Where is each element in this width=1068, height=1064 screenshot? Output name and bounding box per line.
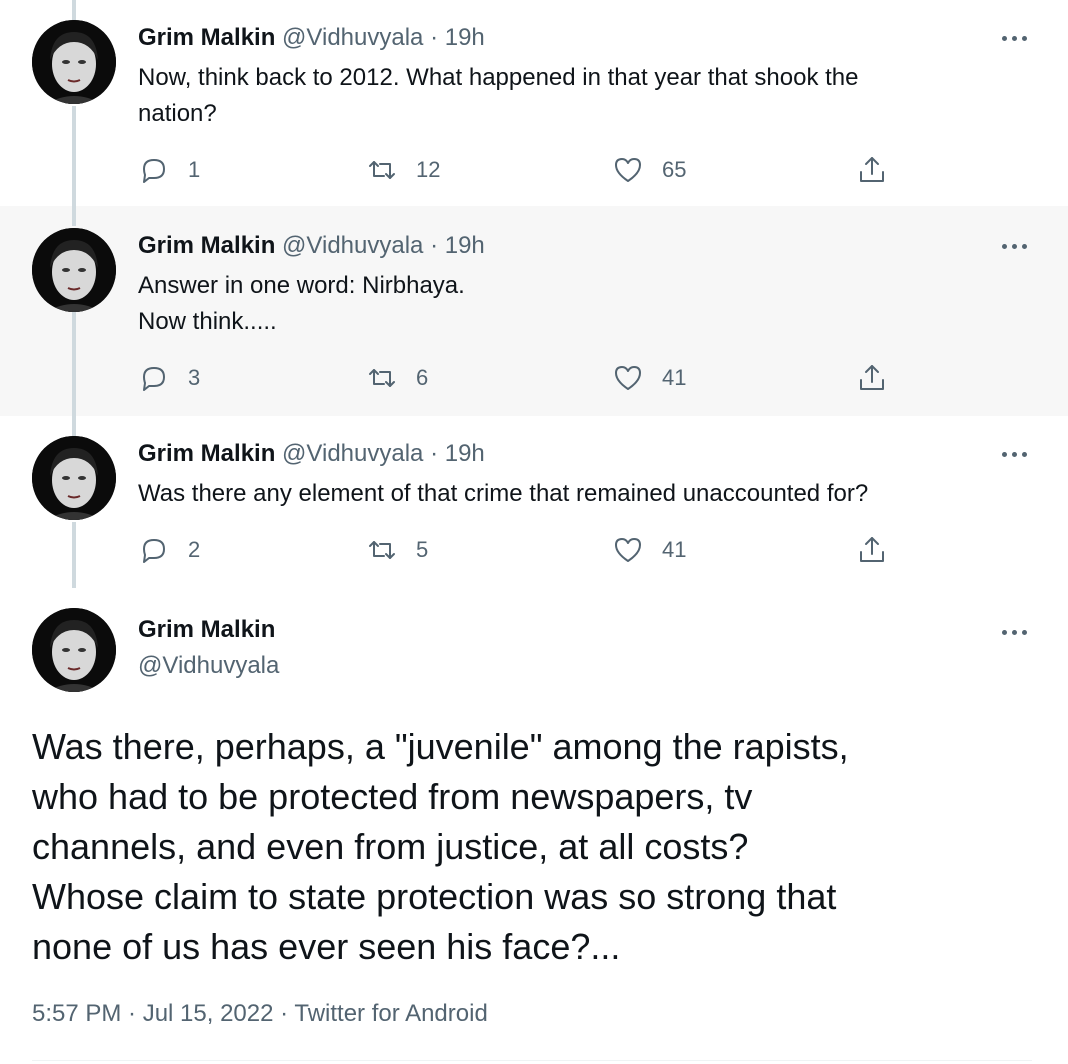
- tweet-text-line: Was there, perhaps, a "juvenile" among t…: [32, 726, 849, 767]
- author-name[interactable]: Grim Malkin: [138, 24, 275, 51]
- separator: ·: [430, 232, 439, 259]
- like-count: 41: [662, 365, 687, 390]
- more-dots-icon: [1002, 452, 1007, 457]
- share-icon: [860, 365, 884, 390]
- action-bar: 3 6 41: [138, 358, 938, 398]
- tweet-meta[interactable]: 5:57 PM · Jul 15, 2022 · Twitter for And…: [32, 1000, 488, 1028]
- author-handle[interactable]: @Vidhuvyala: [138, 652, 279, 680]
- retweet-button[interactable]: 12: [366, 150, 440, 190]
- timestamp[interactable]: 19h: [445, 24, 485, 51]
- heart-icon: [615, 538, 641, 562]
- reply-count: 1: [188, 157, 201, 182]
- retweet-icon: [369, 161, 395, 179]
- action-bar: 1 12 65: [138, 150, 938, 190]
- separator: ·: [430, 440, 439, 467]
- thread-tweet-3[interactable]: Grim Malkin @Vidhuvyala · 19h Was there …: [0, 416, 1068, 588]
- author-name[interactable]: Grim Malkin: [138, 232, 275, 259]
- timestamp[interactable]: 19h: [445, 232, 485, 259]
- avatar-portrait-icon: [32, 436, 116, 520]
- retweet-button[interactable]: 5: [366, 530, 428, 570]
- tweet-text-line: channels, and even from justice, at all …: [32, 826, 749, 867]
- thread-tweet-1[interactable]: Grim Malkin @Vidhuvyala · 19h Now, think…: [0, 0, 1068, 206]
- reply-button[interactable]: 2: [138, 530, 200, 570]
- author-handle[interactable]: @Vidhuvyala: [282, 24, 423, 51]
- retweet-count: 6: [416, 365, 429, 390]
- reply-button[interactable]: 1: [138, 150, 200, 190]
- tweet-text-line: Now think.....: [138, 308, 277, 335]
- retweet-icon: [369, 541, 395, 559]
- retweet-button[interactable]: 6: [366, 358, 428, 398]
- more-options-button[interactable]: [1002, 444, 1032, 464]
- tweet-text-line: who had to be protected from newspapers,…: [32, 776, 753, 817]
- share-icon: [860, 537, 884, 562]
- tweet-text: Answer in one word: Nirbhaya. Now think.…: [138, 268, 998, 340]
- timestamp[interactable]: 19h: [445, 440, 485, 467]
- reply-icon: [143, 539, 165, 563]
- author-name[interactable]: Grim Malkin: [138, 616, 275, 644]
- tweet-text-line: Now, think back to 2012. What happened i…: [138, 64, 859, 91]
- tweet-text: Was there any element of that crime that…: [138, 476, 998, 512]
- like-count: 65: [662, 157, 687, 182]
- thread-line: [72, 312, 76, 416]
- avatar[interactable]: [32, 608, 116, 692]
- thread-tweet-2[interactable]: Grim Malkin @Vidhuvyala · 19h Answer in …: [0, 206, 1068, 416]
- like-button[interactable]: 41: [612, 358, 686, 398]
- more-options-button[interactable]: [1002, 622, 1032, 642]
- tweet-header: Grim Malkin @Vidhuvyala · 19h: [138, 440, 485, 468]
- more-options-button[interactable]: [1002, 28, 1032, 48]
- avatar[interactable]: [32, 228, 116, 312]
- author-handle[interactable]: @Vidhuvyala: [282, 232, 423, 259]
- share-button[interactable]: [856, 358, 888, 398]
- thread-line: [72, 0, 76, 20]
- retweet-icon: [369, 369, 395, 387]
- like-button[interactable]: 41: [612, 530, 686, 570]
- heart-icon: [615, 366, 641, 390]
- tweet-text-line: nation?: [138, 100, 217, 127]
- share-button[interactable]: [856, 150, 888, 190]
- share-icon: [860, 157, 884, 182]
- tweet-text-line: Whose claim to state protection was so s…: [32, 876, 837, 917]
- separator: ·: [430, 24, 439, 51]
- avatar-portrait-icon: [32, 20, 116, 104]
- retweet-count: 12: [416, 157, 441, 182]
- tweet-text-line: Was there any element of that crime that…: [138, 480, 869, 507]
- divider: [32, 1060, 1032, 1061]
- retweet-count: 5: [416, 537, 429, 562]
- tweet-header: Grim Malkin @Vidhuvyala · 19h: [138, 232, 485, 260]
- action-bar: 2 5 41: [138, 530, 938, 570]
- thread-line: [72, 106, 76, 206]
- main-tweet-text: Was there, perhaps, a "juvenile" among t…: [32, 722, 1032, 972]
- tweet-text-line: Answer in one word: Nirbhaya.: [138, 272, 465, 299]
- thread-line: [72, 206, 76, 226]
- reply-count: 2: [188, 537, 201, 562]
- like-button[interactable]: 65: [612, 150, 686, 190]
- like-count: 41: [662, 537, 687, 562]
- reply-count: 3: [188, 365, 201, 390]
- heart-icon: [615, 158, 641, 182]
- thread-line: [72, 416, 76, 438]
- more-dots-icon: [1002, 244, 1007, 249]
- tweet-text-line: none of us has ever seen his face?...: [32, 926, 621, 967]
- reply-button[interactable]: 3: [138, 358, 200, 398]
- avatar[interactable]: [32, 436, 116, 520]
- more-dots-icon: [1002, 36, 1007, 41]
- share-button[interactable]: [856, 530, 888, 570]
- tweet-header: Grim Malkin @Vidhuvyala · 19h: [138, 24, 485, 52]
- author-handle[interactable]: @Vidhuvyala: [282, 440, 423, 467]
- avatar-portrait-icon: [32, 228, 116, 312]
- author-name[interactable]: Grim Malkin: [138, 440, 275, 467]
- avatar[interactable]: [32, 20, 116, 104]
- more-dots-icon: [1002, 630, 1007, 635]
- main-tweet: Grim Malkin @Vidhuvyala Was there, perha…: [0, 588, 1068, 1064]
- reply-icon: [143, 159, 165, 183]
- tweet-text: Now, think back to 2012. What happened i…: [138, 60, 998, 132]
- thread-line: [72, 522, 76, 588]
- avatar-portrait-icon: [32, 608, 116, 692]
- reply-icon: [143, 367, 165, 391]
- more-options-button[interactable]: [1002, 236, 1032, 256]
